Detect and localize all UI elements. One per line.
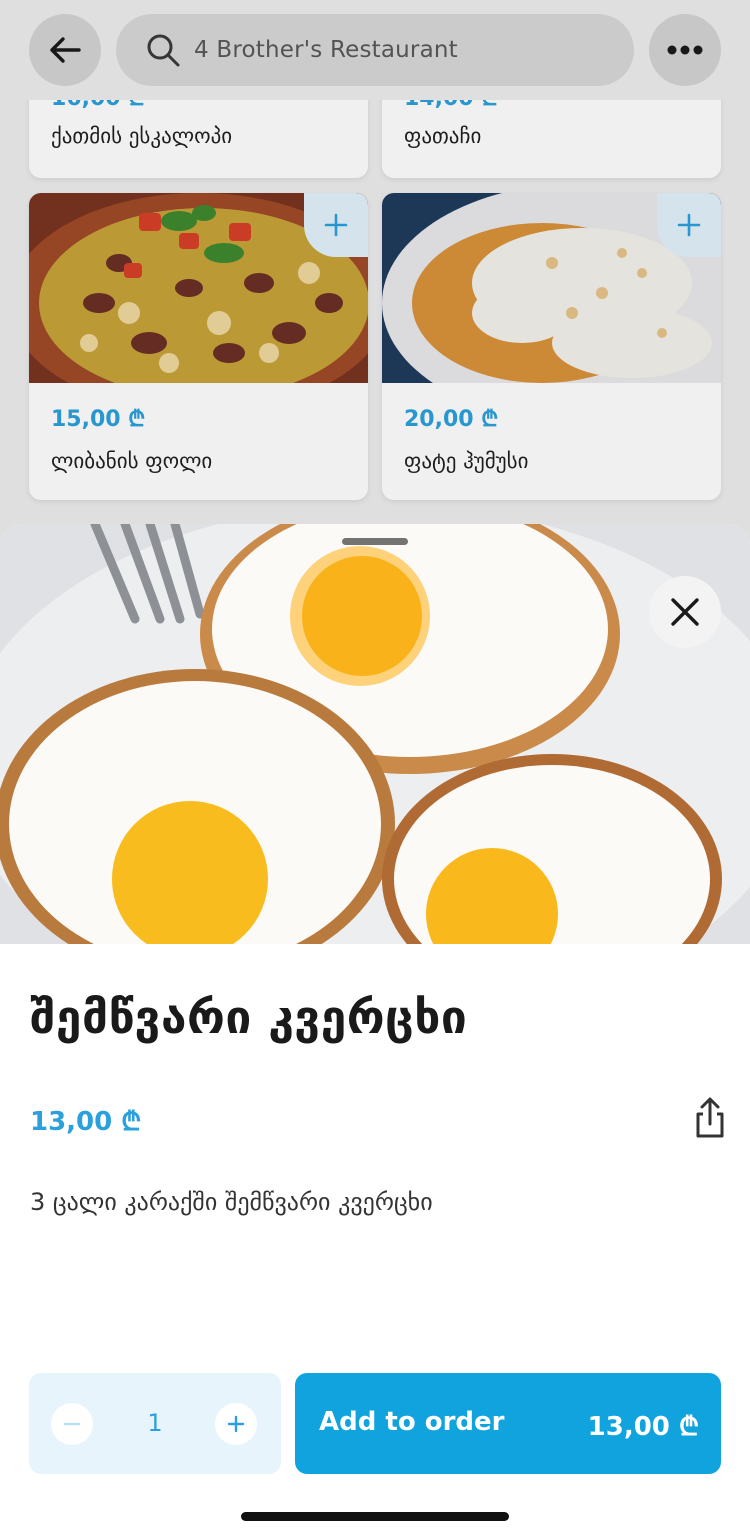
home-indicator[interactable] [241, 1512, 509, 1521]
close-icon [671, 598, 699, 626]
item-description: 3 ცალი კარაქში შემწვარი კვერცხი [30, 1188, 433, 1216]
item-hero-image [0, 524, 750, 946]
plus-icon [227, 1415, 245, 1433]
increase-quantity-button[interactable] [215, 1403, 257, 1445]
item-price: 13,00 ₾ [30, 1107, 142, 1137]
share-icon [696, 1097, 724, 1138]
add-to-order-price: 13,00 ₾ [587, 1412, 699, 1442]
add-to-order-button[interactable]: Add to order 13,00 ₾ [295, 1373, 721, 1474]
item-detail-sheet: შემწვარი კვერცხი 13,00 ₾ 3 ცალი კარაქში … [0, 524, 750, 1536]
close-button[interactable] [649, 576, 721, 648]
share-button[interactable] [690, 1096, 730, 1140]
item-title: შემწვარი კვერცხი [30, 990, 468, 1044]
sheet-grabber[interactable] [342, 538, 408, 545]
add-to-order-label: Add to order [319, 1407, 505, 1437]
quantity-stepper: 1 [29, 1373, 281, 1474]
